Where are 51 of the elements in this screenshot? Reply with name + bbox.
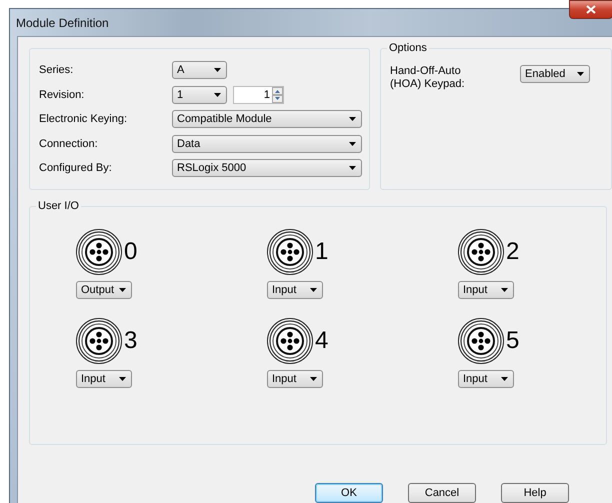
field-label: Revision:: [39, 88, 86, 102]
caret-icon: [214, 68, 221, 72]
dropdown[interactable]: Compatible Module: [172, 110, 362, 128]
spin-arrows-icon[interactable]: [272, 86, 283, 102]
dropdown[interactable]: Input: [76, 370, 132, 388]
connector-icon: [76, 229, 122, 275]
field-label: Configured By:: [39, 161, 113, 175]
caret-icon: [119, 288, 126, 292]
port-number: 0: [124, 239, 138, 265]
dialog-button[interactable]: OK: [315, 483, 383, 503]
caret-icon: [349, 142, 356, 146]
field-label: Series:: [39, 63, 74, 77]
dropdown[interactable]: Input: [267, 281, 323, 299]
port-number: 4: [315, 328, 328, 354]
field-label: Electronic Keying:: [39, 112, 128, 126]
dropdown[interactable]: Data: [172, 134, 362, 152]
dropdown[interactable]: RSLogix 5000: [172, 159, 362, 177]
caret-icon: [119, 377, 126, 381]
caret-icon: [501, 377, 508, 381]
caret-icon: [310, 288, 317, 292]
dropdown[interactable]: 1: [172, 86, 227, 104]
field-label: Hand-Off-Auto (HOA) Keypad:: [390, 65, 465, 91]
port-number: 1: [315, 239, 328, 265]
caret-icon: [349, 117, 356, 121]
dropdown[interactable]: Input: [458, 370, 514, 388]
caret-icon: [349, 166, 356, 170]
spin-field[interactable]: 1: [233, 86, 284, 104]
caret-icon: [214, 92, 221, 96]
port-number: 2: [506, 239, 520, 265]
caret-icon: [577, 72, 584, 76]
dropdown[interactable]: A: [172, 61, 227, 79]
dropdown[interactable]: Input: [267, 370, 323, 388]
port-number: 3: [124, 328, 138, 354]
field-label: Connection:: [39, 136, 99, 150]
connector-icon: [267, 229, 313, 275]
dropdown[interactable]: Output: [76, 281, 132, 299]
connector-icon: [458, 229, 504, 275]
window-title: Module Definition: [16, 16, 109, 30]
port-number: 5: [506, 328, 520, 354]
caret-icon: [501, 288, 508, 292]
dropdown[interactable]: Input: [458, 281, 514, 299]
connector-icon: [458, 318, 504, 364]
connector-icon: [76, 318, 122, 364]
dropdown[interactable]: Enabled: [520, 65, 590, 83]
close-icon: [586, 5, 596, 14]
caret-icon: [310, 377, 317, 381]
dialog-button[interactable]: Help: [501, 483, 569, 503]
close-button[interactable]: [569, 0, 612, 19]
group-title: Options: [387, 42, 429, 55]
dialog-button[interactable]: Cancel: [408, 483, 476, 503]
connector-icon: [267, 318, 313, 364]
